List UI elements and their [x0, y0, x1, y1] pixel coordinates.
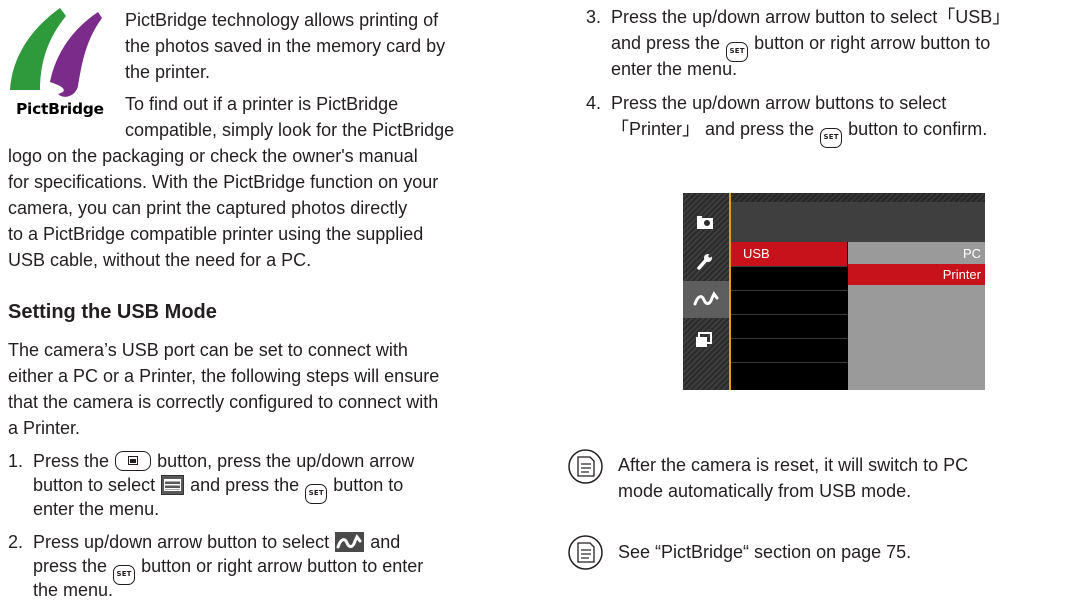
menu-row — [731, 338, 847, 362]
section-line: either a PC or a Printer, the following … — [8, 366, 440, 386]
step-text: and press the — [611, 33, 721, 53]
step-text: button to confirm. — [848, 119, 988, 139]
step-4-line-2: 「Printer」 and press the SET button to co… — [611, 118, 987, 148]
step-text: enter the menu. — [33, 499, 160, 519]
step-text: Press the up/down arrow buttons to selec… — [611, 93, 947, 113]
intro-line: camera, you can print the captured photo… — [8, 198, 408, 218]
menu-grid-icon — [161, 475, 185, 495]
step-text: and — [370, 532, 401, 552]
step-text: the menu. — [33, 580, 114, 600]
camera-icon — [691, 211, 719, 235]
step-number: 1. — [8, 451, 24, 471]
step-1: 1. Press the button, press the up/down a… — [8, 450, 414, 473]
intro-line: the printer. — [125, 62, 211, 82]
intro-line: USB cable, without the need for a PC. — [8, 250, 312, 270]
set-button-icon: SET — [113, 565, 136, 585]
step-text: Press the — [33, 451, 110, 471]
step-text: button or right arrow button to enter — [141, 556, 424, 576]
step-text: button to — [333, 475, 404, 495]
intro-line: compatible, simply look for the PictBrid… — [125, 120, 455, 140]
section-line: a Printer. — [8, 418, 81, 438]
step-text: button or right arrow button to — [754, 33, 991, 53]
note-text: After the camera is reset, it will switc… — [618, 455, 969, 475]
camera-top-strip — [731, 193, 985, 202]
section-line: that the camera is correctly configured … — [8, 392, 439, 412]
note-icon — [568, 535, 603, 570]
step-text: Press up/down arrow button to select — [33, 532, 330, 552]
intro-line: to a PictBridge compatible printer using… — [8, 224, 424, 244]
step-number: 2. — [8, 532, 24, 552]
intro-line: PictBridge technology allows printing of — [125, 10, 439, 30]
set-button-icon: SET — [305, 484, 328, 504]
step-text: Press the up/down arrow button to select… — [611, 7, 1011, 27]
step-2: 2. Press up/down arrow button to select … — [8, 531, 400, 554]
option-printer: Printer — [848, 264, 985, 285]
camera-header — [731, 202, 985, 242]
step-text: button, press the up/down arrow — [157, 451, 415, 471]
connection-settings-icon — [335, 532, 365, 552]
step-number: 3. — [586, 7, 602, 27]
note-icon — [568, 449, 603, 484]
intro-line: for specifications. With the PictBridge … — [8, 172, 439, 192]
note-text: See “PictBridge“ section on page 75. — [618, 542, 912, 562]
menu-row — [731, 290, 847, 314]
note-text: mode automatically from USB mode. — [618, 481, 912, 501]
menu-row — [731, 362, 847, 386]
wrench-icon — [691, 249, 719, 273]
section-line: The camera’s USB port can be set to conn… — [8, 340, 408, 360]
set-button-icon: SET — [820, 128, 843, 148]
intro-line: To find out if a printer is PictBridge — [125, 94, 399, 114]
step-3: 3. Press the up/down arrow button to sel… — [586, 6, 1010, 29]
connection-icon — [691, 287, 719, 311]
logo-text: PictBridge — [16, 100, 104, 118]
pictbridge-logo-mark — [10, 8, 102, 97]
intro-line: logo on the packaging or check the owner… — [8, 146, 418, 166]
section-heading: Setting the USB Mode — [8, 301, 217, 323]
pictbridge-logo: PictBridge — [6, 4, 106, 120]
menu-button-icon — [115, 451, 152, 471]
step-number: 4. — [586, 93, 602, 113]
step-text: button to select — [33, 475, 156, 495]
step-4: 4. Press the up/down arrow buttons to se… — [586, 92, 946, 115]
menu-row — [731, 314, 847, 338]
menu-item-usb: USB — [731, 242, 847, 266]
step-text: and press the — [190, 475, 300, 495]
intro-line: the photos saved in the memory card by — [125, 36, 446, 56]
option-pc: PC — [962, 246, 981, 261]
camera-menu-screen: USB PC Printer — [683, 193, 985, 390]
menu-row — [731, 266, 847, 290]
playback-print-icon — [691, 328, 719, 352]
step-text: press the — [33, 556, 108, 576]
step-text: 「Printer」 and press the — [611, 119, 815, 139]
step-text: enter the menu. — [611, 59, 738, 79]
